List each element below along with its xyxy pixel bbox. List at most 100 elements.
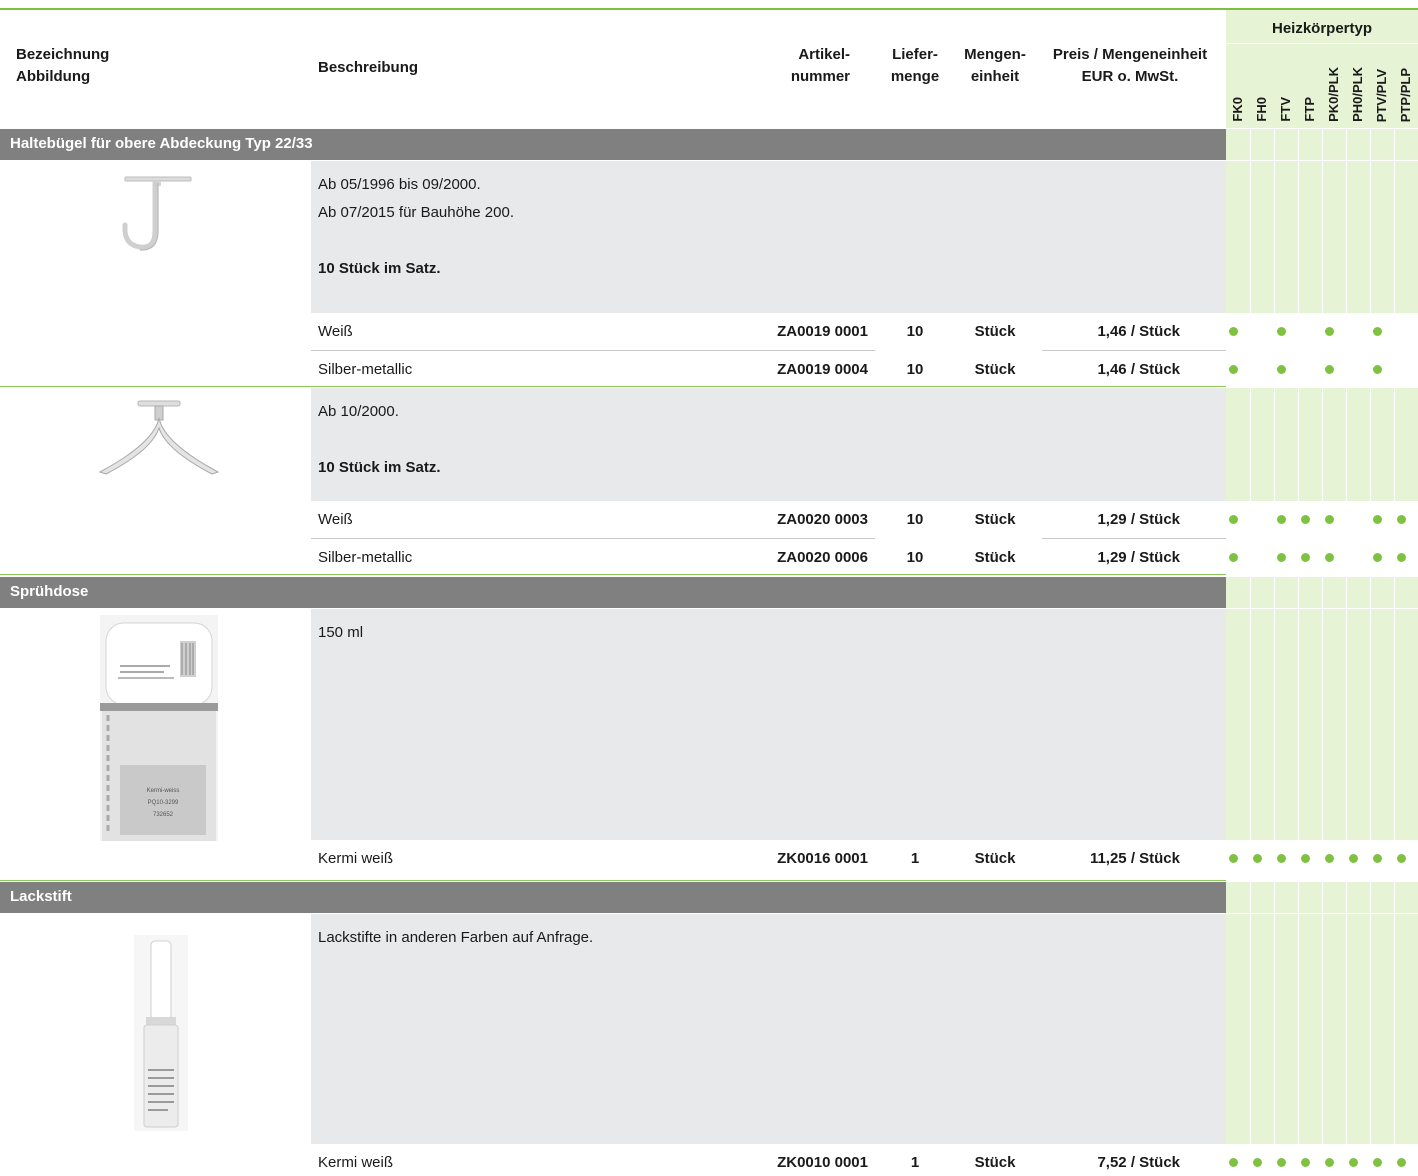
description-text: Lackstifte in anderen Farben auf Anfrage… (318, 924, 1178, 952)
spray-can-label-line: Kermi-weiss (146, 788, 180, 794)
header-line: Liefer- (892, 46, 938, 63)
availability-dot (1397, 1158, 1406, 1167)
col-header-bezeichnung: Bezeichnung Abbildung (16, 44, 276, 88)
availability-dot (1229, 515, 1238, 524)
availability-dot (1325, 515, 1334, 524)
availability-dot (1325, 1158, 1334, 1167)
availability-dot (1229, 553, 1238, 562)
heiz-column-divider (1250, 388, 1251, 501)
heiz-column-divider (1370, 609, 1371, 840)
row-label: Kermi weiß (318, 1154, 394, 1171)
j-hook-bracket-image (108, 173, 208, 253)
row-preis: 1,46 / Stück (1097, 323, 1180, 340)
availability-dot (1349, 1158, 1358, 1167)
heiz-column-divider (1298, 161, 1299, 313)
heiz-column-divider (1346, 609, 1347, 840)
heiz-type-label: FTP (1302, 97, 1317, 122)
row-artikelnummer: ZK0010 0001 (777, 1154, 868, 1171)
row-liefermenge: 10 (906, 361, 924, 378)
heiz-column-divider (1298, 609, 1299, 840)
row-artikelnummer: ZA0020 0006 (777, 549, 868, 566)
availability-dot (1277, 553, 1286, 562)
spray-can-label: Kermi-weiss PQ10-3299 732652 (120, 785, 206, 821)
availability-dot (1229, 365, 1238, 374)
row-mengeneinheit: Stück (974, 361, 1016, 378)
section-header: Lackstift (0, 882, 1226, 913)
heiz-column-divider (1298, 388, 1299, 501)
col-header-artikelnummer: Artikel- nummer (740, 44, 850, 88)
availability-dot (1229, 1158, 1238, 1167)
row-liefermenge: 10 (906, 549, 924, 566)
spray-can-label-line: 732652 (152, 812, 174, 818)
header-line: Abbildung (16, 68, 91, 85)
header-line: Bezeichnung (16, 46, 110, 63)
heiz-column-divider (1394, 388, 1395, 501)
header-line: EUR o. MwSt. (1081, 68, 1179, 85)
row-liefermenge: 10 (906, 511, 924, 528)
row-separator (311, 538, 751, 539)
section-header: Sprühdose (0, 577, 1226, 608)
heiz-type-label: PTP/PLP (1398, 67, 1413, 122)
header-line: nummer (790, 68, 850, 85)
row-liefermenge: 1 (910, 1154, 920, 1171)
row-mengeneinheit: Stück (974, 1154, 1016, 1171)
description-text: Ab 05/1996 bis 09/2000. Ab 07/2015 für Ba… (318, 171, 1178, 283)
availability-dot (1325, 365, 1334, 374)
y-bracket-image (94, 398, 224, 478)
row-mengeneinheit: Stück (974, 323, 1016, 340)
row-label: Weiß (318, 323, 353, 340)
heiz-column-divider (1346, 388, 1347, 501)
row-artikelnummer: ZA0019 0001 (777, 323, 868, 340)
row-preis: 7,52 / Stück (1097, 1154, 1180, 1171)
header-line: Artikel- (798, 46, 850, 63)
heiz-column-divider (1394, 609, 1395, 840)
row-label: Kermi weiß (318, 850, 394, 867)
availability-dot (1373, 854, 1382, 863)
row-separator (311, 350, 751, 351)
paint-pen-image (134, 935, 188, 1131)
group-separator (0, 386, 1226, 387)
heiz-column-divider (1370, 388, 1371, 501)
row-separator (1042, 538, 1226, 539)
row-liefermenge: 1 (910, 850, 920, 867)
row-preis: 1,46 / Stück (1097, 361, 1180, 378)
heiz-column-divider (1322, 609, 1323, 840)
row-label: Silber-metallic (318, 549, 413, 566)
header-line: einheit (970, 68, 1020, 85)
availability-dot (1229, 327, 1238, 336)
heiz-type-label: PK0/PLK (1326, 67, 1341, 122)
description-line: 150 ml (318, 624, 364, 641)
availability-dot (1301, 515, 1310, 524)
availability-dot (1277, 327, 1286, 336)
heiz-column-divider (1274, 914, 1275, 1144)
availability-dot (1301, 1158, 1310, 1167)
heiz-column-divider (1250, 609, 1251, 840)
row-preis: 1,29 / Stück (1097, 511, 1180, 528)
availability-dot (1325, 327, 1334, 336)
heiz-column-divider (1394, 914, 1395, 1144)
row-separator (1042, 350, 1226, 351)
heiz-column-divider (1394, 161, 1395, 313)
availability-dot (1301, 553, 1310, 562)
description-line: Ab 05/1996 bis 09/2000. (318, 176, 481, 193)
description-line: Lackstifte in anderen Farben auf Anfrage… (318, 929, 594, 946)
spray-can-label-line: PQ10-3299 (147, 800, 179, 806)
header-line: menge (890, 68, 940, 85)
availability-dot (1373, 365, 1382, 374)
heiz-column-divider (1370, 161, 1371, 313)
row-liefermenge: 10 (906, 323, 924, 340)
availability-dot (1301, 854, 1310, 863)
heiz-column-divider (1274, 388, 1275, 501)
availability-dot (1373, 515, 1382, 524)
row-preis: 1,29 / Stück (1097, 549, 1180, 566)
row-label: Silber-metallic (318, 361, 413, 378)
description-bold-note: 10 Stück im Satz. (318, 260, 441, 277)
group-separator (0, 574, 1226, 575)
description-text: Ab 10/2000. 10 Stück im Satz. (318, 398, 1178, 482)
heiz-column-divider (1322, 161, 1323, 313)
row-separator (751, 538, 875, 539)
row-label: Weiß (318, 511, 353, 528)
heiz-column-divider (1274, 161, 1275, 313)
heiz-column-divider (1322, 388, 1323, 501)
